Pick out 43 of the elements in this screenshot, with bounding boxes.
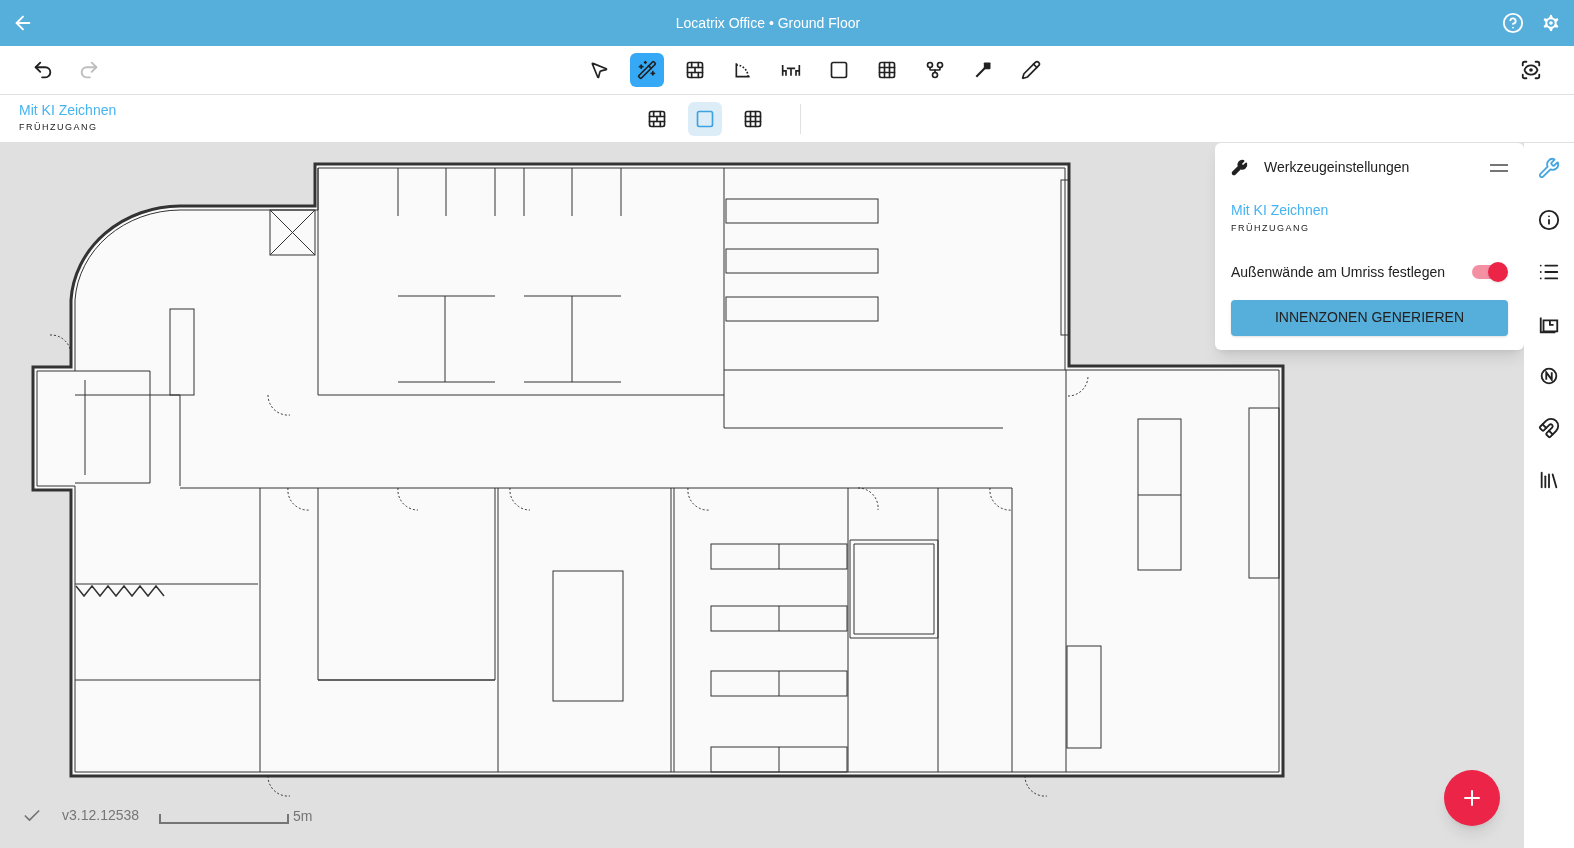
redo-icon [78,59,100,81]
version-label: v3.12.12538 [62,806,140,825]
pencil-icon [1021,60,1041,80]
arc-icon [733,60,753,80]
square-icon [695,108,715,129]
line-icon [973,60,993,80]
preview-button[interactable] [1520,59,1542,81]
scale-label: 5m [293,807,313,824]
undo-icon [32,59,54,81]
square-icon [829,60,849,80]
cursor-icon [589,60,609,80]
add-button[interactable] [1444,770,1500,826]
panel-title: Werkzeugeinstellungen [1264,158,1411,177]
fork-icon [925,60,945,80]
wrench-icon [1538,157,1560,179]
settings-icon [1540,12,1562,34]
generate-button[interactable]: INNENZONEN GENERIEREN [1231,299,1508,336]
window-title: Locatrix Office • Ground Floor [675,13,861,33]
info-icon [1538,209,1560,231]
mode-subtitle: FRÜHZUGANG [1231,222,1311,235]
preview-icon [1520,59,1542,81]
wand-icon [637,60,657,80]
tool-button[interactable] [630,53,664,87]
wrench-icon [1231,159,1248,176]
sidebar-button[interactable] [1538,365,1560,387]
brick-wall-icon [647,108,667,129]
sidebar-button[interactable] [1538,417,1560,439]
sidebar-button[interactable] [1538,469,1560,491]
undo-button[interactable] [32,59,54,81]
mode-title: Mit KI Zeichnen [19,102,118,119]
toggle-switch[interactable] [1472,265,1506,279]
help-icon [1502,12,1524,34]
library-icon [1538,469,1560,491]
sidebar-button[interactable] [1538,209,1560,231]
mode-title: Mit KI Zeichnen [1231,202,1330,218]
brick-wall-icon [685,60,705,80]
grid-icon [743,108,763,129]
collapse-button[interactable] [1490,163,1508,172]
toggle-label: Außenwände am Umriss festlegen [1231,262,1446,282]
compass-icon [1538,365,1560,387]
mode-subtitle: FRÜHZUGANG [19,121,99,135]
grid-icon [877,60,897,80]
magnet-icon [1538,417,1560,439]
